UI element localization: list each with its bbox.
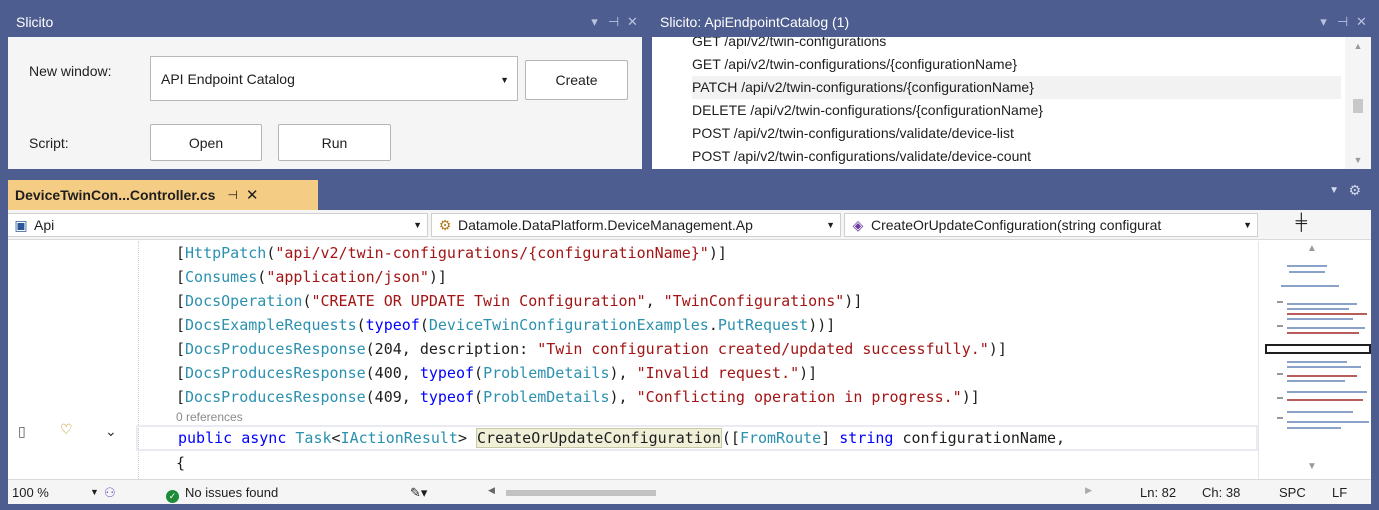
code-line: [DocsExampleRequests(typeof(DeviceTwinCo… — [176, 316, 836, 334]
results-title-bar: Slicito: ApiEndpointCatalog (1) ▾ ⊣ ✕ — [652, 7, 1371, 37]
run-button[interactable]: Run — [278, 124, 391, 161]
collapse-chevron-icon[interactable]: ⌄ — [105, 423, 117, 440]
line-ending[interactable]: LF — [1332, 485, 1347, 500]
type-selector[interactable]: ⚙ Datamole.DataPlatform.DeviceManagement… — [431, 213, 841, 237]
scroll-up-icon[interactable]: ▲ — [1307, 243, 1317, 254]
slicito-title: Slicito — [16, 14, 54, 30]
member-name: CreateOrUpdateConfiguration(string confi… — [871, 217, 1162, 233]
endpoint-item[interactable]: DELETE /api/v2/twin-configurations/{conf… — [692, 99, 1341, 122]
endpoint-item[interactable]: GET /api/v2/twin-configurations — [692, 37, 1341, 53]
code-cleanup-icon[interactable]: ✎▾ — [410, 485, 427, 501]
document-tab-title: DeviceTwinCon...Controller.cs — [15, 187, 216, 203]
editor-status-bar: 100 % ▼ ⚇ ✓ No issues found ✎▾ ◀ ▶ Ln: 82… — [8, 479, 1371, 504]
scroll-down-icon[interactable]: ▼ — [1307, 461, 1317, 472]
highlighted-method-name: CreateOrUpdateConfiguration — [476, 428, 722, 448]
scroll-thumb[interactable] — [506, 490, 656, 496]
method-icon: ◈ — [852, 216, 864, 233]
horizontal-scrollbar[interactable]: ◀ ▶ — [488, 485, 1092, 497]
document-tab[interactable]: DeviceTwinCon...Controller.cs ⊣ ✕ — [8, 180, 318, 210]
new-window-value: API Endpoint Catalog — [161, 70, 295, 87]
close-icon[interactable]: ✕ — [1352, 14, 1371, 30]
minimap-scrollbar[interactable]: ▲ ▼ — [1258, 241, 1371, 479]
dropdown-icon[interactable]: ▾ — [585, 14, 604, 30]
gear-icon[interactable]: ⚙ — [1348, 182, 1361, 199]
scroll-left-icon[interactable]: ◀ — [488, 485, 495, 496]
type-name: Datamole.DataPlatform.DeviceManagement.A… — [458, 217, 753, 233]
results-tool-window: Slicito: ApiEndpointCatalog (1) ▾ ⊣ ✕ GE… — [652, 7, 1371, 169]
scroll-right-icon[interactable]: ▶ — [1085, 485, 1092, 496]
endpoint-item[interactable]: POST /api/v2/twin-configurations/validat… — [692, 122, 1341, 145]
new-window-combo[interactable]: API Endpoint Catalog ▼ — [150, 56, 518, 101]
editor-document-well: DeviceTwinCon...Controller.cs ⊣ ✕ ▼ ⚙ ▣ … — [8, 177, 1371, 504]
document-tab-bar: DeviceTwinCon...Controller.cs ⊣ ✕ ▼ ⚙ — [8, 177, 1371, 210]
scroll-thumb[interactable] — [1353, 99, 1363, 113]
script-label: Script: — [29, 135, 69, 151]
results-title: Slicito: ApiEndpointCatalog (1) — [660, 14, 850, 30]
results-scrollbar[interactable]: ▲ ▼ — [1345, 37, 1371, 169]
issues-indicator[interactable]: ✓ No issues found — [166, 485, 278, 503]
pin-icon[interactable]: ⊣ — [1333, 14, 1352, 30]
code-line: [Consumes("application/json")] — [176, 268, 447, 286]
endpoint-list: GET /api/v2/twin-configurations GET /api… — [692, 37, 1341, 168]
code-line: [DocsProducesResponse(204, description: … — [176, 340, 1007, 358]
pin-icon[interactable]: ⊣ — [227, 188, 237, 202]
line-number[interactable]: Ln: 82 — [1140, 485, 1176, 500]
codelens-references[interactable]: 0 references — [176, 409, 1258, 425]
lightbulb-icon[interactable]: ♡ — [60, 421, 73, 438]
code-line: [DocsOperation("CREATE OR UPDATE Twin Co… — [176, 292, 863, 310]
code-line: [DocsProducesResponse(409, typeof(Proble… — [176, 388, 980, 406]
chevron-down-icon: ▼ — [410, 220, 422, 230]
scroll-down-icon[interactable]: ▼ — [1345, 155, 1371, 165]
chevron-down-icon: ▼ — [823, 220, 835, 230]
pin-icon[interactable]: ⊣ — [604, 14, 623, 30]
endpoint-item[interactable]: POST /api/v2/twin-configurations/validat… — [692, 145, 1341, 168]
code-line: [HttpPatch("api/v2/twin-configurations/{… — [176, 244, 727, 262]
zoom-level[interactable]: 100 % — [12, 485, 49, 500]
whitespace-mode[interactable]: SPC — [1279, 485, 1306, 500]
close-icon[interactable]: ✕ — [623, 14, 642, 30]
scroll-up-icon[interactable]: ▲ — [1345, 41, 1371, 51]
tab-overflow-icon[interactable]: ▼ — [1329, 185, 1339, 196]
issues-text: No issues found — [185, 485, 279, 500]
code-line: { — [176, 454, 186, 472]
chevron-down-icon[interactable]: ▼ — [90, 487, 99, 497]
member-selector[interactable]: ◈ CreateOrUpdateConfiguration(string con… — [844, 213, 1258, 237]
slicito-tool-window: Slicito ▾ ⊣ ✕ New window: API Endpoint C… — [8, 7, 642, 169]
minimap-viewport[interactable] — [1265, 344, 1371, 354]
project-selector[interactable]: ▣ Api ▼ — [8, 213, 428, 237]
code-lines: [HttpPatch("api/v2/twin-configurations/{… — [136, 241, 1258, 475]
bookmark-icon[interactable]: ▯ — [18, 423, 26, 440]
code-editor[interactable]: ▯ ♡ ⌄ [HttpPatch("api/v2/twin-configurat… — [8, 241, 1258, 479]
code-line: [DocsProducesResponse(400, typeof(Proble… — [176, 364, 818, 382]
new-window-label: New window: — [29, 63, 112, 79]
navigation-bar: ▣ Api ▼ ⚙ Datamole.DataPlatform.DeviceMa… — [8, 210, 1371, 240]
split-window-icon[interactable]: ╪ — [1296, 214, 1307, 232]
endpoint-item[interactable]: PATCH /api/v2/twin-configurations/{confi… — [692, 76, 1341, 99]
column-number[interactable]: Ch: 38 — [1202, 485, 1240, 500]
endpoint-item[interactable]: GET /api/v2/twin-configurations/{configu… — [692, 53, 1341, 76]
ai-assist-icon[interactable]: ⚇ — [104, 485, 116, 501]
project-name: Api — [34, 217, 55, 233]
current-code-line: public async Task<IActionResult> CreateO… — [136, 425, 1258, 451]
dropdown-icon[interactable]: ▾ — [1314, 14, 1333, 30]
chevron-down-icon: ▼ — [500, 75, 509, 85]
open-button[interactable]: Open — [150, 124, 262, 161]
create-button[interactable]: Create — [525, 60, 628, 100]
class-icon: ⚙ — [438, 216, 452, 233]
project-icon: ▣ — [14, 216, 28, 233]
editor-gutter: ▯ ♡ ⌄ — [8, 241, 128, 479]
chevron-down-icon: ▼ — [1240, 220, 1252, 230]
slicito-title-bar: Slicito ▾ ⊣ ✕ — [8, 7, 642, 37]
close-icon[interactable]: ✕ — [246, 186, 259, 204]
check-icon: ✓ — [166, 490, 179, 503]
